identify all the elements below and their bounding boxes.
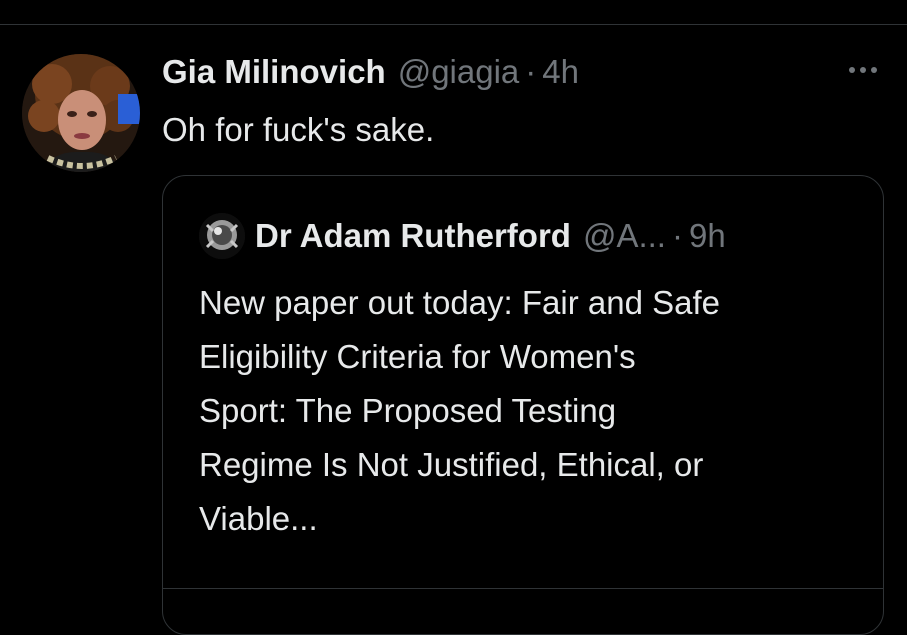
author-display-name[interactable]: Gia Milinovich [162,52,386,92]
author-avatar[interactable] [22,54,140,172]
more-options-button[interactable] [845,56,881,84]
quoted-media-divider [163,588,883,589]
quoted-author-avatar[interactable] [199,213,245,259]
quoted-text-line: Viable... [199,500,318,537]
tweet-card[interactable]: Gia Milinovich @giagia · 4h Oh for fuck'… [0,0,907,635]
tweet-timestamp[interactable]: 4h [542,52,579,92]
quoted-text-line: Regime Is Not Justified, Ethical, or [199,446,704,483]
quoted-separator-dot: · [671,217,683,254]
quoted-tweet-card[interactable]: Dr Adam Rutherford @A... · 9h New paper … [162,175,884,635]
quoted-tweet-header: Dr Adam Rutherford @A... · 9h [255,214,726,258]
quoted-author-display-name[interactable]: Dr Adam Rutherford [255,214,571,258]
quoted-text-line: Sport: The Proposed Testing [199,392,617,429]
separator-dot: · [525,53,537,90]
tweet-text: Oh for fuck's sake. [162,111,435,148]
more-horizontal-icon [848,66,878,74]
tweet-header: Gia Milinovich @giagia · 4h [162,52,579,92]
quoted-author-handle[interactable]: @A... [583,214,666,258]
quoted-text-line: New paper out today: Fair and Safe [199,284,720,321]
quoted-text-line: Eligibility Criteria for Women's [199,338,636,375]
quoted-tweet-text: New paper out today: Fair and Safe Eligi… [199,276,859,546]
author-handle[interactable]: @giagia [398,52,520,92]
quoted-tweet-timestamp[interactable]: 9h [689,214,726,258]
